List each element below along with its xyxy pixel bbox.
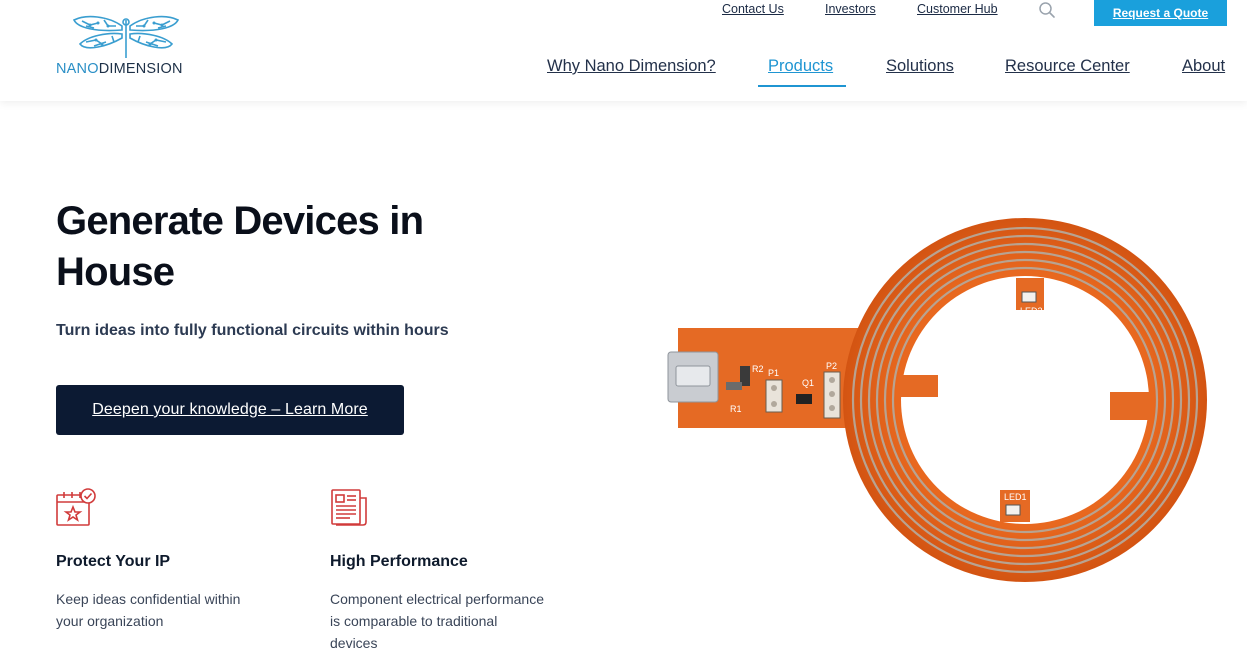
label-r2: R2 [752, 364, 764, 374]
nav-solutions[interactable]: Solutions [886, 57, 954, 76]
hero-subtitle: Turn ideas into fully functional circuit… [56, 322, 449, 339]
feature-title: Protect Your IP [56, 553, 171, 570]
label-led1: LED1 [1004, 492, 1027, 502]
investors-link[interactable]: Investors [825, 2, 876, 16]
document-newspaper-icon [331, 489, 367, 526]
led-icon [1021, 291, 1037, 303]
feature-text: Keep ideas confidential within your orga… [56, 591, 241, 629]
logo-text-nano: NANO [56, 61, 99, 77]
led-icon [1005, 504, 1021, 516]
label-q1: Q1 [802, 378, 814, 388]
feature-protect-ip: Protect Your IP Keep ideas confidential … [56, 488, 276, 629]
customer-hub-link[interactable]: Customer Hub [917, 2, 998, 16]
feature-text: Component electrical performance is comp… [330, 591, 544, 651]
search-icon [1039, 2, 1055, 18]
feature-high-performance: High Performance Component electrical pe… [330, 488, 550, 651]
label-led2: LED2 [1020, 306, 1043, 316]
label-p1: P1 [768, 368, 779, 378]
hero-title: Generate Devices in House [56, 199, 424, 294]
logo-text-dimension: DIMENSION [98, 61, 183, 77]
feature-title: High Performance [330, 553, 468, 570]
request-quote-button[interactable]: Request a Quote [1094, 0, 1227, 26]
active-nav-indicator [758, 85, 846, 87]
label-p2: P2 [826, 361, 837, 371]
nav-why-nano-dimension[interactable]: Why Nano Dimension? [547, 57, 716, 76]
calendar-star-check-icon [56, 488, 96, 526]
printed-circuit-coil-image: R2 P1 Q1 P2 R1 LED2 LED1 [667, 218, 1207, 582]
nano-dimension-logo[interactable]: NANODIMENSION [56, 14, 206, 80]
nav-about[interactable]: About [1182, 57, 1225, 76]
label-r1: R1 [730, 404, 742, 414]
contact-us-link[interactable]: Contact Us [722, 2, 784, 16]
site-header: NANODIMENSION Contact Us Investors Custo… [0, 0, 1247, 101]
logo-wordmark: NANODIMENSION [56, 61, 183, 77]
nav-products[interactable]: Products [768, 57, 833, 76]
search-button[interactable] [1038, 1, 1056, 19]
learn-more-button[interactable]: Deepen your knowledge – Learn More [56, 385, 404, 435]
dragonfly-logo-icon [72, 15, 180, 58]
nav-resource-center[interactable]: Resource Center [1005, 57, 1130, 76]
